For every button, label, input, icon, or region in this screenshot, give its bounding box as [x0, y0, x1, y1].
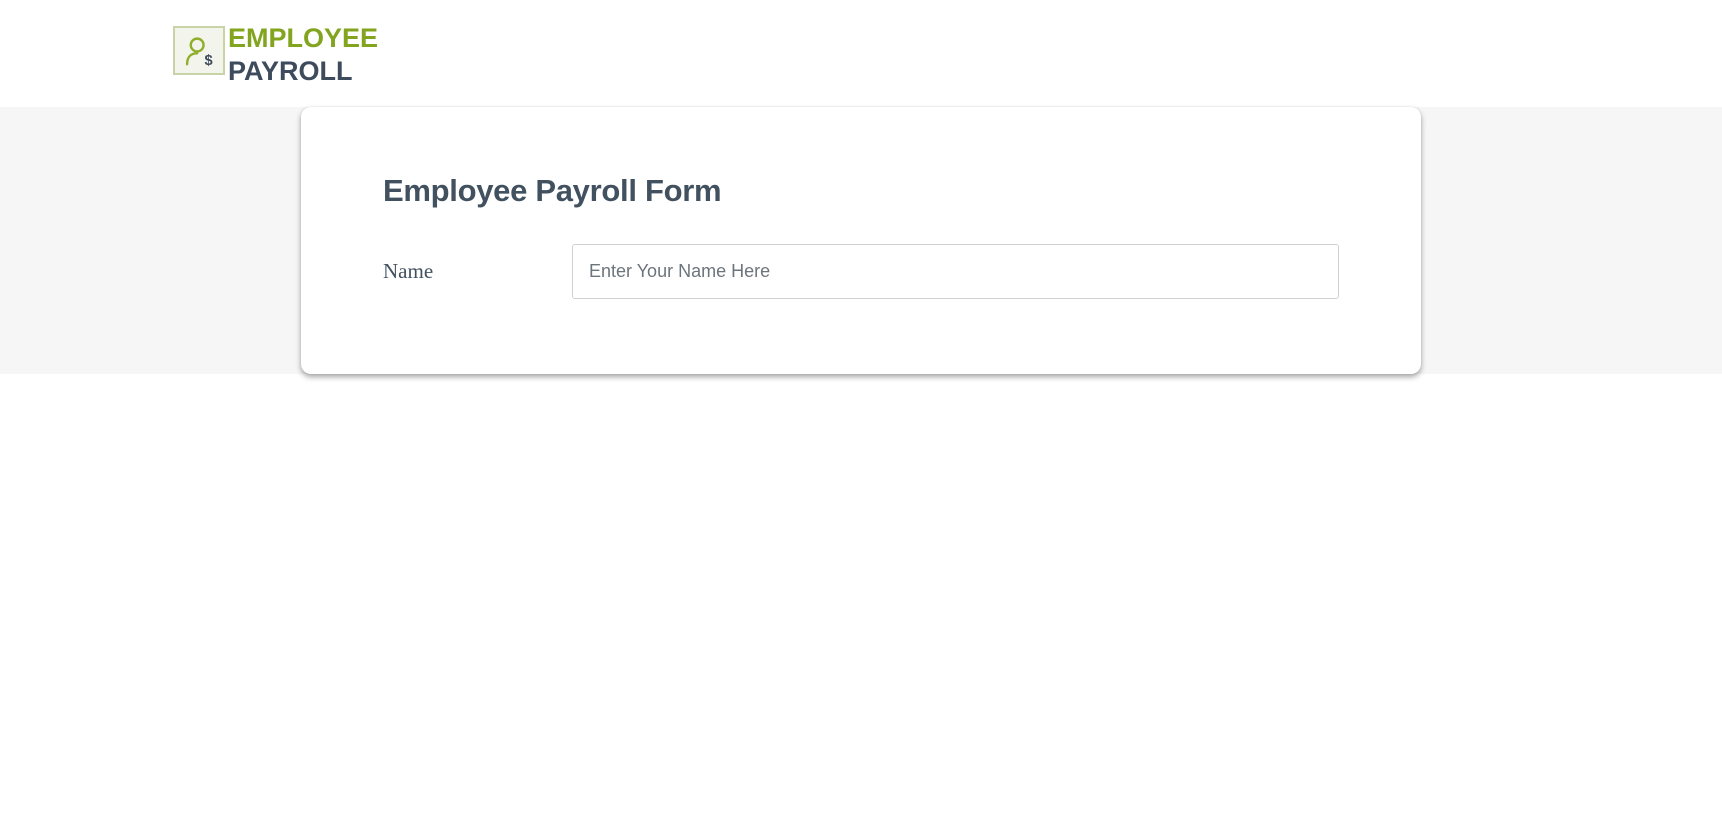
- logo-text-employee: EMPLOYEE: [228, 23, 379, 53]
- employee-dollar-icon: $: [173, 26, 225, 75]
- svg-text:$: $: [205, 53, 213, 69]
- logo-text: EMPLOYEE PAYROLL: [228, 23, 378, 88]
- name-label: Name: [383, 259, 434, 283]
- form-title: Employee Payroll Form: [383, 173, 722, 208]
- header: $ EMPLOYEE PAYROLL: [0, 0, 1722, 107]
- logo[interactable]: $ EMPLOYEE PAYROLL: [173, 23, 378, 88]
- form-card: Employee Payroll Form Name: [301, 107, 1421, 374]
- name-input[interactable]: [572, 244, 1339, 299]
- logo-text-payroll: PAYROLL: [228, 56, 353, 86]
